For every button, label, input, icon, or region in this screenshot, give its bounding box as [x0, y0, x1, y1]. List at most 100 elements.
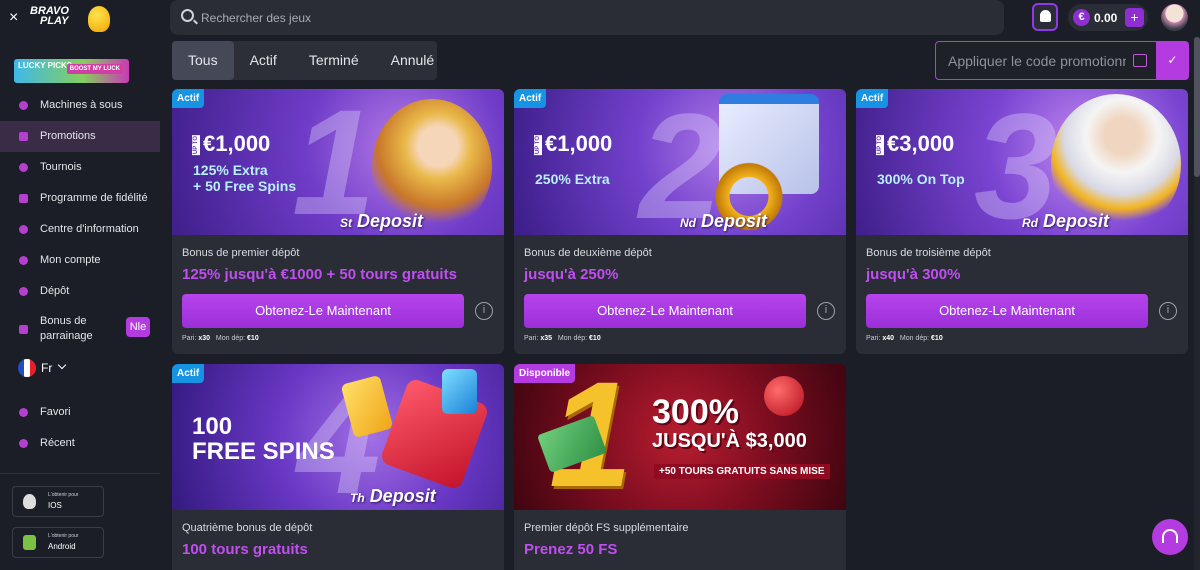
card-subtitle: Prenez 50 FS	[524, 541, 618, 558]
gift-icon	[19, 132, 28, 141]
headset-icon	[1162, 529, 1178, 543]
sidebar-item-slots[interactable]: Machines à sous	[0, 90, 160, 121]
clock-icon	[19, 439, 28, 448]
status-badge: Actif	[172, 89, 205, 108]
lucky-picks-banner[interactable]: LUCKY PICKS BOOST MY LUCK	[14, 59, 129, 83]
logo[interactable]: BRAVO PLAY	[30, 6, 90, 34]
info-icon	[19, 225, 28, 234]
bell-icon	[1040, 10, 1051, 22]
promo-banner[interactable]: Actif 4 100 FREE SPINS Th Deposit	[172, 364, 504, 510]
tab-cancelled[interactable]: Annulé	[375, 41, 451, 80]
card-title: Bonus de premier dépôt	[182, 247, 300, 259]
deposit-tag: Rd Deposit	[1022, 211, 1109, 232]
card-title: Quatrième bonus de dépôt	[182, 522, 313, 534]
min-deposit-label: Mon dép:	[215, 335, 246, 342]
promo-card: Actif 1 UP TO €1,000 125% Extra + 50 Free…	[172, 89, 504, 354]
sidebar-item-label: Promotions	[40, 130, 96, 142]
chevron-down-icon	[57, 360, 67, 370]
apple-icon	[23, 494, 36, 509]
card-subtitle: jusqu'à 300%	[866, 266, 961, 283]
sidebar-item-label: Récent	[40, 437, 75, 449]
app-small-label: L'obtenir pour	[48, 492, 79, 498]
status-badge: Actif	[172, 364, 205, 383]
amount-value: €3,000	[887, 131, 955, 156]
search-input[interactable]	[201, 8, 981, 28]
crown-icon	[19, 194, 28, 203]
sidebar-item-tournaments[interactable]: Tournois	[0, 152, 160, 183]
sidebar-item-label: Centre d'information	[40, 223, 139, 235]
card-subtitle: 100 tours gratuits	[182, 541, 308, 558]
tab-all[interactable]: Tous	[172, 41, 234, 80]
info-icon[interactable]: i	[475, 302, 493, 320]
card-title: Premier dépôt FS supplémentaire	[524, 522, 689, 534]
language-selector[interactable]: Fr	[18, 358, 78, 378]
ordinal: Rd	[1022, 216, 1038, 230]
promo-apply-button[interactable]: ✓	[1156, 41, 1189, 80]
claim-button[interactable]: Obtenez-Le Maintenant	[524, 294, 806, 328]
bonus-amount: UP TO €1,000	[534, 131, 612, 157]
promo-code-box: ✓	[935, 41, 1189, 80]
promo-banner[interactable]: Actif 1 UP TO €1,000 125% Extra + 50 Free…	[172, 89, 504, 235]
deposit-word: Deposit	[357, 211, 424, 231]
promo-banner[interactable]: Actif 3 UP TO €3,000 300% On Top Rd Depos…	[856, 89, 1188, 235]
claim-button[interactable]: Obtenez-Le Maintenant	[866, 294, 1148, 328]
promo-card: Actif 2 UP TO €1,000 250% Extra Nd Deposi…	[514, 89, 846, 354]
sidebar-item-account[interactable]: Mon compte	[0, 245, 160, 276]
close-icon[interactable]: ×	[9, 9, 18, 27]
sidebar-item-recent[interactable]: Récent	[0, 428, 160, 459]
card-subtitle: 125% jusqu'à €1000 + 50 tours gratuits	[182, 266, 457, 283]
tab-active[interactable]: Actif	[234, 41, 293, 80]
ordinal: Th	[350, 491, 365, 505]
claim-button[interactable]: Obtenez-Le Maintenant	[182, 294, 464, 328]
promo-code-input[interactable]	[948, 52, 1126, 70]
status-badge: Disponible	[514, 364, 576, 383]
promo-banner[interactable]: Disponible 1 300% JUSQU'À $3,000 +50 TOU…	[514, 364, 846, 510]
slot-machine-icon	[19, 101, 28, 110]
top-bar: × BRAVO PLAY € 0.00 +	[0, 0, 1200, 37]
support-chat-button[interactable]	[1152, 519, 1188, 555]
info-icon[interactable]: i	[817, 302, 835, 320]
wager-label: Pari:	[524, 335, 539, 342]
deposit-plus-button[interactable]: +	[1125, 8, 1144, 27]
search-bar[interactable]	[170, 0, 1004, 35]
sidebar-item-loyalty[interactable]: Programme de fidélité	[0, 183, 160, 214]
free-spins-count: 100	[192, 413, 233, 440]
card-title: Bonus de troisième dépôt	[866, 247, 991, 259]
ordinal: Nd	[680, 216, 696, 230]
sidebar-item-referral[interactable]: Bonus de parrainage Nle	[0, 307, 160, 353]
sidebar-item-label: Bonus de parrainage	[40, 315, 93, 342]
bonus-extra-line: + 50 Free Spins	[193, 178, 297, 194]
upto-label: UP TO	[876, 135, 884, 156]
ordinal: St	[340, 216, 352, 230]
balance-amount: 0.00	[1094, 11, 1118, 25]
android-app-button[interactable]: L'obtenir pour Android	[12, 527, 104, 558]
sidebar-item-deposit[interactable]: Dépôt	[0, 276, 160, 307]
min-deposit-label: Mon dép:	[557, 335, 588, 342]
scrollbar[interactable]	[1194, 37, 1200, 570]
new-badge: Nle	[126, 317, 150, 337]
scrollbar-thumb[interactable]	[1194, 37, 1200, 177]
promo-banner[interactable]: Actif 2 UP TO €1,000 250% Extra Nd Deposi…	[514, 89, 846, 235]
ios-app-button[interactable]: L'obtenir pour IOS	[12, 486, 104, 517]
sidebar-item-info-center[interactable]: Centre d'information	[0, 214, 160, 245]
gift-icon	[1133, 54, 1147, 67]
avatar[interactable]	[1161, 4, 1188, 31]
info-icon[interactable]: i	[1159, 302, 1177, 320]
wager-info: Pari: x30 Mon dép: €10	[182, 335, 259, 342]
sidebar-item-favorites[interactable]: Favori	[0, 397, 160, 428]
upto-label: UP TO	[192, 135, 200, 156]
notification-button[interactable]	[1032, 3, 1058, 31]
sidebar-item-label: Programme de fidélité	[40, 192, 148, 204]
wallet-balance[interactable]: € 0.00 +	[1068, 4, 1148, 31]
promo-percent: 300%	[652, 393, 739, 431]
filter-tabs: Tous Actif Terminé Annulé	[172, 41, 437, 80]
bonus-extra-line: 300% On Top	[877, 171, 965, 187]
bonus-amount: UP TO €3,000	[876, 131, 954, 157]
sidebar-item-label: Machines à sous	[40, 99, 123, 111]
status-badge: Actif	[856, 89, 889, 108]
amount-value: €1,000	[545, 131, 613, 156]
tab-finished[interactable]: Terminé	[293, 41, 375, 80]
free-spins-label: FREE SPINS	[192, 438, 335, 465]
app-small-label: L'obtenir pour	[48, 533, 79, 539]
sidebar-item-promotions[interactable]: Promotions	[0, 121, 160, 152]
